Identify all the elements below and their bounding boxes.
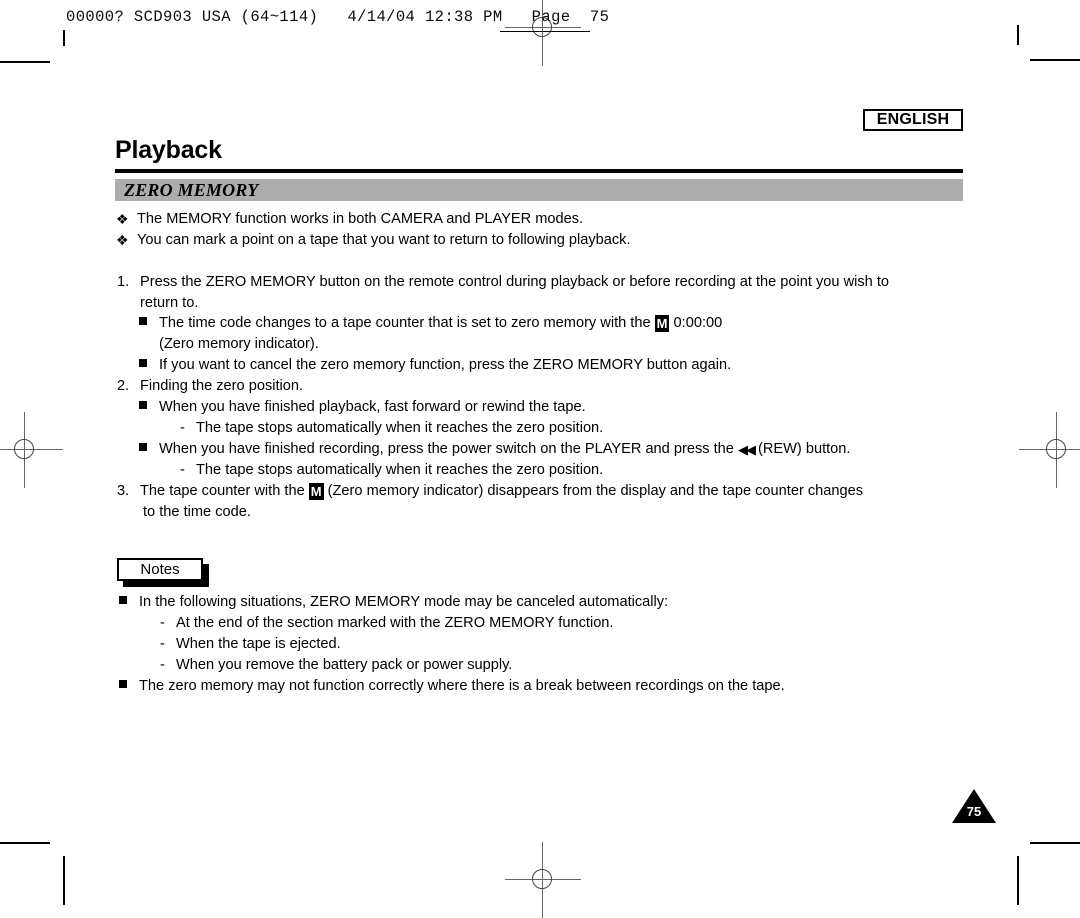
substep-text: If you want to cancel the zero memory fu…	[159, 357, 732, 373]
substep-text: The time code changes to a tape counter …	[159, 313, 722, 334]
substep-text-pre: When you have finished recording, press …	[159, 441, 734, 457]
intro-bullet-text: The MEMORY function works in both CAMERA…	[137, 211, 584, 227]
step-text-line: return to.	[140, 295, 199, 311]
clover-icon: ❖	[116, 232, 129, 248]
substep-text-post: 0:00:00	[673, 315, 723, 331]
substep-text-pre: The time code changes to a tape counter …	[159, 315, 651, 331]
step-text-line: The tape counter with the M (Zero memory…	[140, 481, 863, 502]
square-bullet-icon	[119, 596, 127, 604]
step-number: 1.	[117, 274, 130, 290]
page-title: Playback	[115, 136, 222, 164]
dash-bullet-icon: -	[160, 615, 165, 631]
note-item-text: When you remove the battery pack or powe…	[176, 657, 513, 673]
step-text-line: to the time code.	[143, 504, 251, 520]
substep-text-post: (REW) button.	[758, 441, 851, 457]
square-bullet-icon	[119, 680, 127, 688]
section-title: ZERO MEMORY	[124, 180, 259, 200]
zero-memory-indicator-icon: M	[654, 315, 670, 332]
page-number-badge: 75	[952, 789, 996, 823]
step-text-line: Finding the zero position.	[140, 378, 304, 394]
language-badge-label: ENGLISH	[876, 111, 950, 128]
rewind-icon: ◀◀	[737, 442, 756, 457]
dash-bullet-icon: -	[180, 420, 185, 436]
note-item-text: The zero memory may not function correct…	[139, 678, 785, 694]
page-number-label: 75	[966, 804, 982, 819]
square-bullet-icon	[139, 359, 147, 367]
document-page: ENGLISH Playback ZERO MEMORY ❖ The MEMOR…	[0, 0, 1080, 905]
dash-bullet-icon: -	[180, 462, 185, 478]
notes-box: Notes	[117, 558, 203, 581]
clover-icon: ❖	[116, 211, 129, 227]
language-badge: ENGLISH	[863, 109, 963, 131]
note-item-text: In the following situations, ZERO MEMORY…	[139, 594, 669, 610]
notes-label: Notes	[140, 561, 180, 578]
note-item-text: At the end of the section marked with th…	[176, 615, 614, 631]
substep-text-continued: (Zero memory indicator).	[159, 336, 319, 352]
intro-bullet-text: You can mark a point on a tape that you …	[137, 232, 631, 248]
substep-text: When you have finished recording, press …	[159, 439, 850, 460]
step-text-post: (Zero memory indicator) disappears from …	[327, 483, 864, 499]
step-text-pre: The tape counter with the	[140, 483, 305, 499]
section-header-bar: ZERO MEMORY	[115, 179, 963, 201]
square-bullet-icon	[139, 443, 147, 451]
step-number: 3.	[117, 483, 130, 499]
dash-bullet-icon: -	[160, 657, 165, 673]
subsubstep-text: The tape stops automatically when it rea…	[196, 420, 604, 436]
square-bullet-icon	[139, 317, 147, 325]
dash-bullet-icon: -	[160, 636, 165, 652]
subsubstep-text: The tape stops automatically when it rea…	[196, 462, 604, 478]
title-rule	[115, 169, 963, 173]
substep-text: When you have finished playback, fast fo…	[159, 399, 586, 415]
zero-memory-indicator-icon: M	[308, 483, 324, 500]
square-bullet-icon	[139, 401, 147, 409]
step-text-line: Press the ZERO MEMORY button on the remo…	[140, 274, 889, 290]
note-item-text: When the tape is ejected.	[176, 636, 341, 652]
step-number: 2.	[117, 378, 130, 394]
